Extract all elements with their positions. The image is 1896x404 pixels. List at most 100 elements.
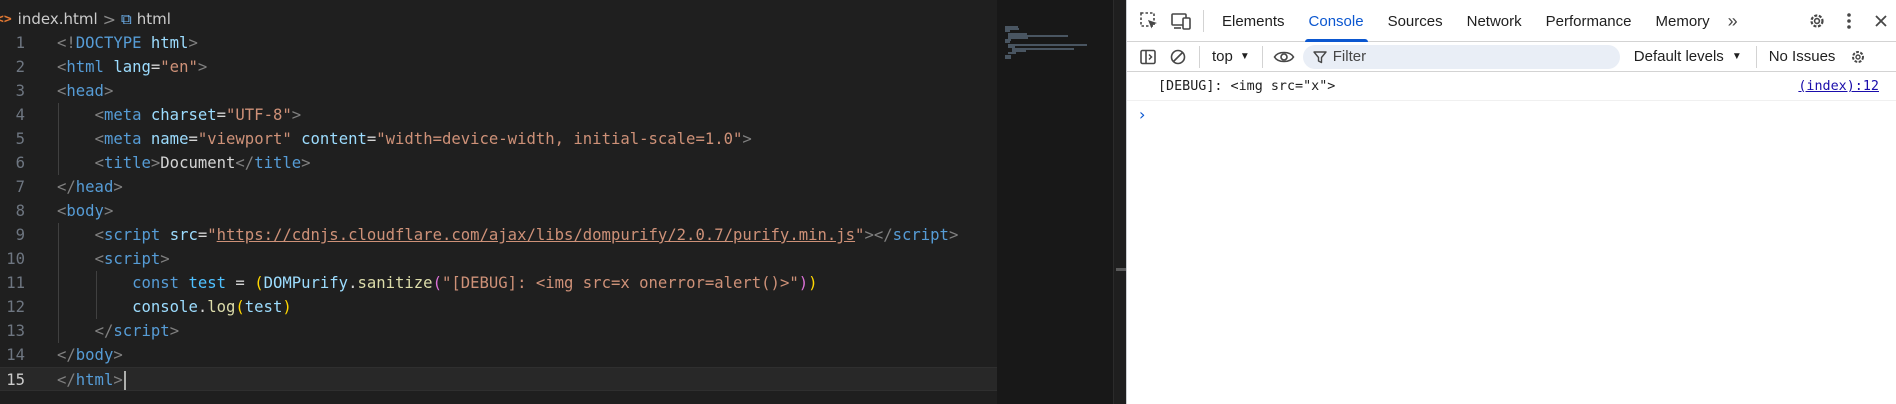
log-levels-dropdown[interactable]: Default levels ▼ [1630, 48, 1746, 65]
inspect-element-icon[interactable] [1133, 5, 1165, 37]
more-tabs-icon[interactable]: » [1722, 0, 1744, 42]
breadcrumb-element[interactable]: html [137, 10, 171, 28]
code-token: <! [57, 34, 76, 52]
tab-sources[interactable]: Sources [1376, 0, 1455, 42]
tab-elements[interactable]: Elements [1210, 0, 1297, 42]
console-message-source-link[interactable]: (index):12 [1798, 79, 1879, 94]
line-number: 11 [6, 274, 25, 292]
devtools-panel: Elements Console Sources Network Perform… [1126, 0, 1896, 404]
filter-input[interactable] [1332, 48, 1603, 65]
code-editor[interactable]: <> index.html > ⧉ html 1<!DOCTYPE html>2… [0, 0, 1126, 404]
code-token: "en" [160, 58, 198, 76]
code-token: < [94, 154, 104, 172]
code-token: ) [798, 274, 809, 292]
device-toolbar-icon[interactable] [1165, 5, 1197, 37]
code-token[interactable]: https://cdnjs.cloudflare.com/ajax/libs/d… [217, 226, 855, 244]
issues-counter[interactable]: No Issues [1755, 45, 1835, 68]
minimap-line [1008, 43, 1087, 46]
code-token: > [197, 58, 208, 76]
code-text: <body> [57, 199, 113, 223]
code-line[interactable]: 15 </html> [0, 367, 1000, 391]
sidebar-toggle-icon[interactable] [1133, 43, 1163, 71]
code-token: ) [282, 298, 292, 316]
context-selector[interactable]: top ▼ [1206, 45, 1256, 69]
settings-gear-icon[interactable] [1801, 5, 1833, 37]
code-line[interactable]: 14 </body> [0, 343, 1000, 367]
code-line[interactable]: 8 <body> [0, 199, 1000, 223]
code-token: content [301, 130, 367, 148]
code-text: </body> [57, 343, 123, 367]
code-text: <html lang="en"> [57, 55, 207, 79]
line-number: 8 [15, 202, 25, 220]
code-line[interactable]: 3 <head> [0, 79, 1000, 103]
code-token: ( [235, 298, 245, 316]
code-token: meta [103, 106, 142, 124]
minimap-line [1008, 37, 1028, 39]
code-token: "width=device-width, initial-scale=1.0" [376, 130, 743, 148]
tab-performance[interactable]: Performance [1534, 0, 1644, 42]
code-token: test [244, 298, 283, 316]
code-token: = [226, 274, 255, 292]
code-line[interactable]: 10 <script> [0, 247, 1000, 271]
element-cube-icon: ⧉ [121, 10, 132, 28]
code-token: > [113, 371, 123, 389]
code-text: <script> [57, 247, 170, 271]
code-line[interactable]: 13 </script> [0, 319, 1000, 343]
code-line[interactable]: 11 const test = (DOMPurify.sanitize("[DE… [0, 271, 1000, 295]
minimap[interactable] [997, 0, 1113, 404]
code-token: body [66, 202, 104, 220]
code-line[interactable]: 9 <script src="https://cdnjs.cloudflare.… [0, 223, 1000, 247]
code-token: head [66, 82, 104, 100]
console-output[interactable]: [DEBUG]: <img src="x"> (index):12 › [1127, 73, 1896, 129]
code-token: > [742, 130, 752, 148]
console-prompt[interactable]: › [1127, 101, 1896, 129]
code-token: > [301, 154, 311, 172]
code-text: </html> [57, 368, 126, 392]
code-text: <meta name="viewport" content="width=dev… [57, 127, 752, 151]
log-levels-label: Default levels [1633, 48, 1724, 65]
scrollbar-thumb[interactable] [1116, 268, 1126, 271]
code-line[interactable]: 1 <!DOCTYPE html> [0, 31, 1000, 55]
code-token: " [207, 226, 217, 244]
tab-network[interactable]: Network [1455, 0, 1534, 42]
code-area[interactable]: 1 <!DOCTYPE html> 2 <html lang="en"> 3 <head>… [0, 31, 1000, 391]
text-cursor [123, 371, 126, 390]
code-token: DOCTYPE [75, 34, 142, 52]
code-token: script [892, 226, 949, 244]
line-number: 3 [15, 82, 25, 100]
code-line[interactable]: 4 <meta charset="UTF-8"> [0, 103, 1000, 127]
code-line[interactable]: 2 <html lang="en"> [0, 55, 1000, 79]
code-token: > [103, 202, 114, 220]
line-number: 2 [15, 58, 25, 76]
code-token: ) [808, 274, 818, 292]
filter-field[interactable] [1302, 44, 1620, 69]
code-token: > [113, 346, 123, 364]
code-token: </ [94, 322, 114, 340]
code-token: < [94, 250, 104, 268]
more-options-icon[interactable] [1833, 5, 1865, 37]
line-number: 5 [15, 130, 25, 148]
close-icon[interactable] [1865, 5, 1896, 37]
tab-console[interactable]: Console [1297, 0, 1376, 42]
editor-scrollbar[interactable] [1113, 0, 1126, 404]
code-line[interactable]: 5 <meta name="viewport" content="width=d… [0, 127, 1000, 151]
code-line[interactable]: 7 </head> [0, 175, 1000, 199]
tabbar-divider [1203, 9, 1204, 32]
console-settings-gear-icon[interactable] [1843, 43, 1873, 71]
live-expression-eye-icon[interactable] [1269, 43, 1299, 71]
code-line[interactable]: 6 <title>Document</title> [0, 151, 1000, 175]
code-token: charset [150, 106, 217, 124]
code-token: = [216, 106, 227, 124]
code-line[interactable]: 12 console.log(test) [0, 295, 1000, 319]
prompt-chevron-icon: › [1139, 105, 1146, 124]
tab-memory[interactable]: Memory [1644, 0, 1722, 42]
clear-console-icon[interactable] [1163, 43, 1193, 71]
breadcrumb-file[interactable]: index.html [18, 10, 98, 28]
